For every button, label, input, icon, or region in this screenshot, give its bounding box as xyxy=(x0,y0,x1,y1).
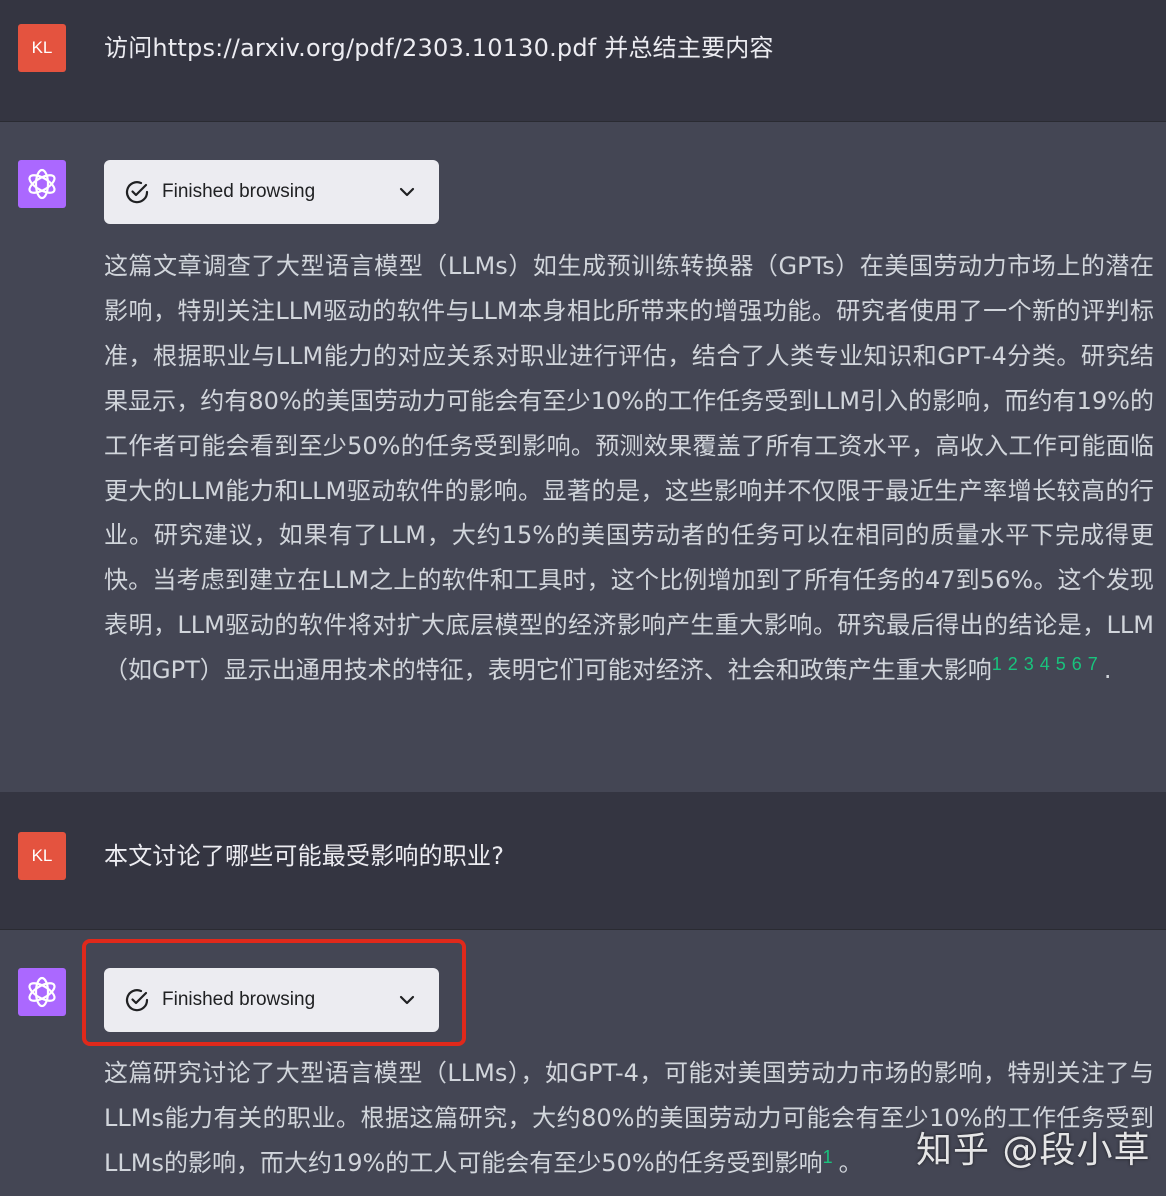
check-circle-icon xyxy=(125,181,149,204)
user-message-1: KL 访问https://arxiv.org/pdf/2303.10130.pd… xyxy=(0,0,1166,121)
assistant-message-1: Finished browsing 这篇文章调查了大型语言模型（LLMs）如生成… xyxy=(0,121,1166,792)
answer-end-punct: 。 xyxy=(838,1148,863,1177)
user-avatar: KL xyxy=(18,24,66,72)
user-avatar-initials: KL xyxy=(31,38,53,57)
highlight-annotation-box xyxy=(82,939,466,1046)
finished-browsing-dropdown[interactable]: Finished browsing xyxy=(104,160,439,224)
browsing-status-label: Finished browsing xyxy=(162,181,316,202)
answer-body: 这篇文章调查了大型语言模型（LLMs）如生成预训练转换器（GPTs）在美国劳动力… xyxy=(104,252,1154,685)
assistant-answer-text: 这篇文章调查了大型语言模型（LLMs）如生成预训练转换器（GPTs）在美国劳动力… xyxy=(104,244,1154,695)
user-message-text: 本文讨论了哪些可能最受影响的职业? xyxy=(104,842,505,870)
openai-logo-icon xyxy=(28,976,56,1008)
user-message-2: KL 本文讨论了哪些可能最受影响的职业? xyxy=(0,792,1166,929)
answer-end-punct: . xyxy=(1103,656,1112,685)
user-message-text: 访问https://arxiv.org/pdf/2303.10130.pdf 并… xyxy=(104,34,774,62)
chatgpt-avatar xyxy=(18,160,66,208)
chevron-down-icon xyxy=(399,187,415,197)
user-avatar: KL xyxy=(18,832,66,880)
citation-links[interactable]: 1 xyxy=(823,1147,839,1167)
chatgpt-avatar xyxy=(18,968,66,1016)
openai-logo-icon xyxy=(28,168,56,200)
zhihu-watermark: 知乎 @段小草 xyxy=(916,1130,1151,1171)
user-avatar-initials: KL xyxy=(31,846,53,865)
citation-links[interactable]: 1234567 xyxy=(992,654,1104,674)
